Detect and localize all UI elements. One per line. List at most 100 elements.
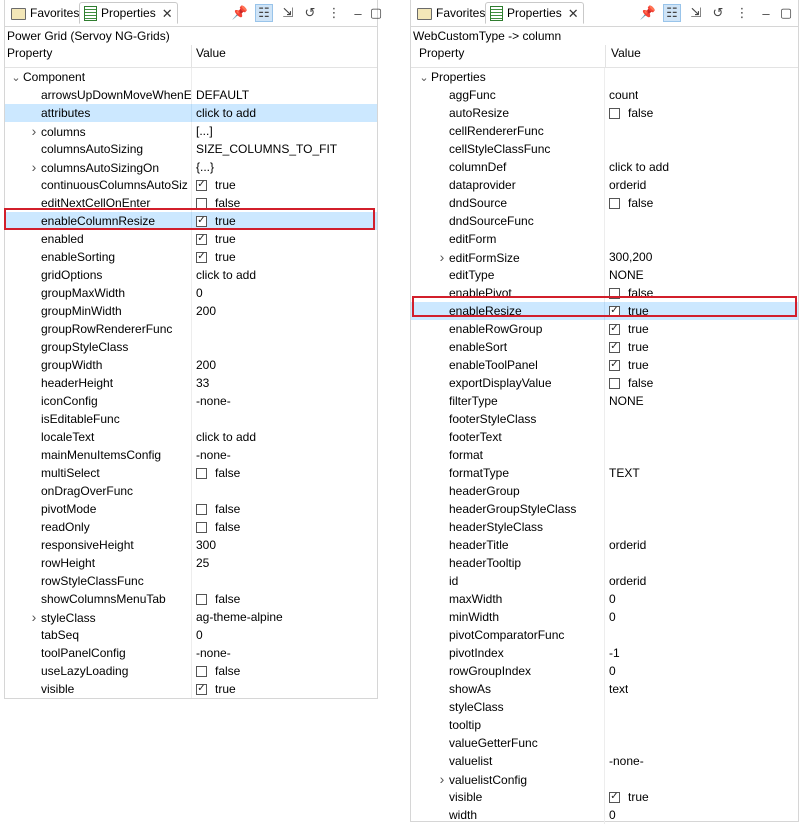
checkbox-checked[interactable]: ✓ [196, 179, 207, 191]
checkbox-checked[interactable]: ✓ [609, 341, 620, 353]
tab-properties[interactable]: Properties ✕ [79, 2, 178, 24]
checkbox-checked[interactable]: ✓ [609, 791, 620, 803]
property-value-cell[interactable]: TEXT [609, 464, 640, 482]
checkbox-unchecked[interactable] [196, 521, 207, 533]
property-row[interactable]: enableColumnResize ✓ true [5, 212, 377, 230]
property-row[interactable]: › columns [...] [5, 122, 377, 140]
property-row[interactable]: showColumnsMenuTab false [5, 590, 377, 608]
property-row[interactable]: onDragOverFunc [5, 482, 377, 500]
property-value-cell[interactable]: 0 [609, 806, 616, 824]
property-row[interactable]: enableResize ✓ true [411, 302, 798, 320]
property-row[interactable]: ⌄ Properties [411, 68, 798, 86]
checkbox-unchecked[interactable] [196, 197, 207, 209]
property-value-cell[interactable]: 0 [609, 590, 616, 608]
maximize-icon[interactable]: ▢ [777, 4, 795, 22]
property-row[interactable]: enabled ✓ true [5, 230, 377, 248]
property-value-cell[interactable]: false [196, 518, 240, 536]
property-row[interactable]: headerHeight 33 [5, 374, 377, 392]
property-value-cell[interactable]: ✓ true [609, 302, 649, 320]
property-row[interactable]: groupMinWidth 200 [5, 302, 377, 320]
property-column-header[interactable]: Property [7, 45, 192, 67]
property-column-header[interactable]: Property [419, 45, 606, 67]
property-value-cell[interactable]: -none- [196, 446, 231, 464]
chevron-right-icon[interactable]: › [27, 158, 41, 176]
property-row[interactable]: pivotMode false [5, 500, 377, 518]
checkbox-checked[interactable]: ✓ [609, 359, 620, 371]
property-value-cell[interactable]: -none- [196, 392, 231, 410]
checkbox-checked[interactable]: ✓ [196, 683, 207, 695]
property-row[interactable]: dndSource false [411, 194, 798, 212]
property-value-cell[interactable]: click to add [196, 104, 256, 122]
property-row[interactable]: rowGroupIndex 0 [411, 662, 798, 680]
export-icon[interactable]: ⇲ [687, 4, 705, 22]
property-row[interactable]: editType NONE [411, 266, 798, 284]
property-value-cell[interactable]: {...} [196, 158, 214, 176]
checkbox-checked[interactable]: ✓ [196, 251, 207, 263]
property-row[interactable]: minWidth 0 [411, 608, 798, 626]
property-row[interactable]: footerStyleClass [411, 410, 798, 428]
property-value-cell[interactable]: orderid [609, 176, 646, 194]
property-value-cell[interactable]: 0 [609, 662, 616, 680]
property-row[interactable]: › editFormSize 300,200 [411, 248, 798, 266]
property-row[interactable]: groupWidth 200 [5, 356, 377, 374]
property-row[interactable]: format [411, 446, 798, 464]
chevron-down-icon[interactable]: ⌄ [9, 69, 23, 86]
property-row[interactable]: arrowsUpDownMoveWhenE DEFAULT [5, 86, 377, 104]
property-value-cell[interactable]: 33 [196, 374, 209, 392]
chevron-right-icon[interactable]: › [27, 122, 41, 140]
property-row[interactable]: ⌄ Component [5, 68, 377, 86]
property-row[interactable]: groupStyleClass [5, 338, 377, 356]
property-row[interactable]: › columnsAutoSizingOn {...} [5, 158, 377, 176]
property-row[interactable]: › styleClass ag-theme-alpine [5, 608, 377, 626]
property-value-cell[interactable]: [...] [196, 122, 213, 140]
property-row[interactable]: multiSelect false [5, 464, 377, 482]
property-row[interactable]: visible ✓ true [5, 680, 377, 698]
property-value-cell[interactable]: ✓ true [609, 320, 649, 338]
property-row[interactable]: localeText click to add [5, 428, 377, 446]
property-row[interactable]: isEditableFunc [5, 410, 377, 428]
tree-view-icon[interactable]: ☷ [255, 4, 273, 22]
chevron-right-icon[interactable]: › [27, 608, 41, 626]
checkbox-unchecked[interactable] [196, 593, 207, 605]
property-value-cell[interactable]: 200 [196, 356, 216, 374]
property-value-cell[interactable]: ✓ true [196, 230, 236, 248]
property-row[interactable]: filterType NONE [411, 392, 798, 410]
property-value-cell[interactable]: text [609, 680, 628, 698]
property-value-cell[interactable]: ✓ true [196, 212, 236, 230]
checkbox-checked[interactable]: ✓ [196, 233, 207, 245]
tree-view-icon[interactable]: ☷ [663, 4, 681, 22]
tab-favorites[interactable]: Favorites [413, 2, 489, 24]
property-row[interactable]: headerGroupStyleClass [411, 500, 798, 518]
tab-favorites[interactable]: Favorites [7, 2, 83, 24]
property-row[interactable]: headerStyleClass [411, 518, 798, 536]
property-row[interactable]: columnDef click to add [411, 158, 798, 176]
property-value-cell[interactable]: NONE [609, 392, 644, 410]
refresh-icon[interactable]: ↺ [709, 4, 727, 22]
property-row[interactable]: cellRendererFunc [411, 122, 798, 140]
property-row[interactable]: formatType TEXT [411, 464, 798, 482]
property-value-cell[interactable]: click to add [196, 266, 256, 284]
property-row[interactable]: dndSourceFunc [411, 212, 798, 230]
property-value-cell[interactable]: -none- [609, 752, 644, 770]
close-icon[interactable]: ✕ [162, 7, 173, 20]
property-row[interactable]: headerTooltip [411, 554, 798, 572]
property-value-cell[interactable]: ✓ true [196, 680, 236, 698]
property-value-cell[interactable]: false [609, 104, 653, 122]
close-icon[interactable]: ✕ [568, 7, 579, 20]
checkbox-unchecked[interactable] [196, 503, 207, 515]
property-row[interactable]: headerGroup [411, 482, 798, 500]
property-row[interactable]: editForm [411, 230, 798, 248]
property-row[interactable]: styleClass [411, 698, 798, 716]
property-value-cell[interactable]: 200 [196, 302, 216, 320]
chevron-right-icon[interactable]: › [435, 770, 449, 788]
property-value-cell[interactable]: click to add [609, 158, 669, 176]
property-value-cell[interactable]: 0 [196, 284, 203, 302]
property-value-cell[interactable]: count [609, 86, 638, 104]
property-row[interactable]: continuousColumnsAutoSiz ✓ true [5, 176, 377, 194]
property-row[interactable]: showAs text [411, 680, 798, 698]
property-row[interactable]: id orderid [411, 572, 798, 590]
property-row[interactable]: › valuelistConfig [411, 770, 798, 788]
property-value-cell[interactable]: ✓ true [609, 338, 649, 356]
property-value-cell[interactable]: false [609, 374, 653, 392]
export-icon[interactable]: ⇲ [279, 4, 297, 22]
